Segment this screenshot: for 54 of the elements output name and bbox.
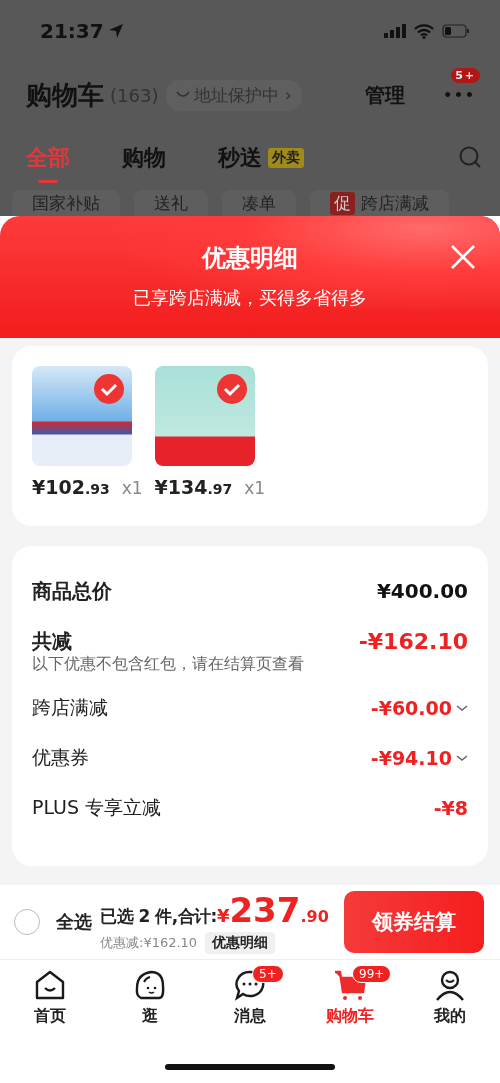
- smiling-blob-icon: [133, 968, 167, 1002]
- status-time: 21:37: [40, 19, 104, 43]
- sheet-subtitle: 已享跨店满减，买得多省得多: [133, 286, 367, 310]
- filter-chip[interactable]: 送礼: [134, 190, 208, 216]
- search-icon[interactable]: [458, 145, 482, 169]
- count-badge: 99+: [352, 965, 392, 983]
- nav-tab[interactable]: 首页: [0, 968, 100, 1034]
- summary-label: 共减: [32, 627, 72, 655]
- nav-tab[interactable]: 购物车 99+: [300, 968, 400, 1034]
- nav-tab[interactable]: 我的: [400, 968, 500, 1034]
- battery-icon: [442, 24, 470, 38]
- select-all-label[interactable]: 全选: [56, 910, 92, 934]
- category-tab[interactable]: 购物: [122, 139, 166, 183]
- delivery-tag: 外卖: [268, 148, 304, 168]
- sheet-title: 优惠明细: [202, 243, 298, 274]
- selected-check-icon[interactable]: [94, 374, 124, 404]
- product-price: ¥134.97: [154, 476, 233, 498]
- notification-badge: 5+: [451, 68, 480, 83]
- promo-tag: 促: [330, 192, 355, 215]
- person-icon: [433, 968, 467, 1002]
- summary-label: 商品总价: [32, 577, 112, 605]
- filter-chip[interactable]: 促 跨店满减: [310, 190, 449, 216]
- smile-icon: [176, 91, 191, 99]
- summary-label: 优惠券: [32, 745, 89, 770]
- summary-label: 跨店满减: [32, 695, 108, 720]
- checkout-button[interactable]: 领券结算: [344, 891, 484, 953]
- nav-tab[interactable]: 逛: [100, 968, 200, 1034]
- product-price: ¥102.93: [32, 476, 110, 498]
- discount-note: 以下优惠不包含红包，请在结算页查看: [32, 654, 305, 675]
- filter-chip[interactable]: 凑单: [222, 190, 296, 216]
- product-quantity: x1: [244, 478, 266, 498]
- discount-amount: 优惠减:¥162.10: [100, 934, 198, 952]
- total-price: ¥237.90: [216, 890, 329, 930]
- discount-details-button[interactable]: 优惠明细: [205, 932, 276, 954]
- select-all-radio[interactable]: [14, 909, 40, 935]
- nav-tab[interactable]: 消息 5+: [200, 968, 300, 1034]
- selected-check-icon[interactable]: [216, 374, 247, 404]
- summary-label: PLUS 专享立减: [32, 795, 162, 820]
- product-photo-placeholder[interactable]: [154, 366, 255, 466]
- product-quantity: x1: [121, 478, 143, 498]
- selected-summary: 已选 2 件,合计:: [100, 905, 217, 928]
- location-arrow-icon: [107, 23, 124, 39]
- product-photo-placeholder[interactable]: [32, 366, 132, 466]
- count-badge: 5+: [252, 965, 284, 983]
- summary-amount: ¥400.00: [376, 579, 468, 603]
- summary-amount: -¥162.10: [358, 628, 468, 654]
- page-title: 购物车: [26, 78, 104, 112]
- category-tab[interactable]: 秒送 外卖: [218, 139, 304, 183]
- wifi-icon: [414, 23, 434, 39]
- filter-chip[interactable]: 国家补贴: [12, 190, 120, 216]
- summary-amount: -¥8: [433, 797, 468, 819]
- manage-button[interactable]: 管理: [359, 80, 412, 110]
- signal-icon: [384, 24, 406, 38]
- house-icon: [33, 968, 67, 1002]
